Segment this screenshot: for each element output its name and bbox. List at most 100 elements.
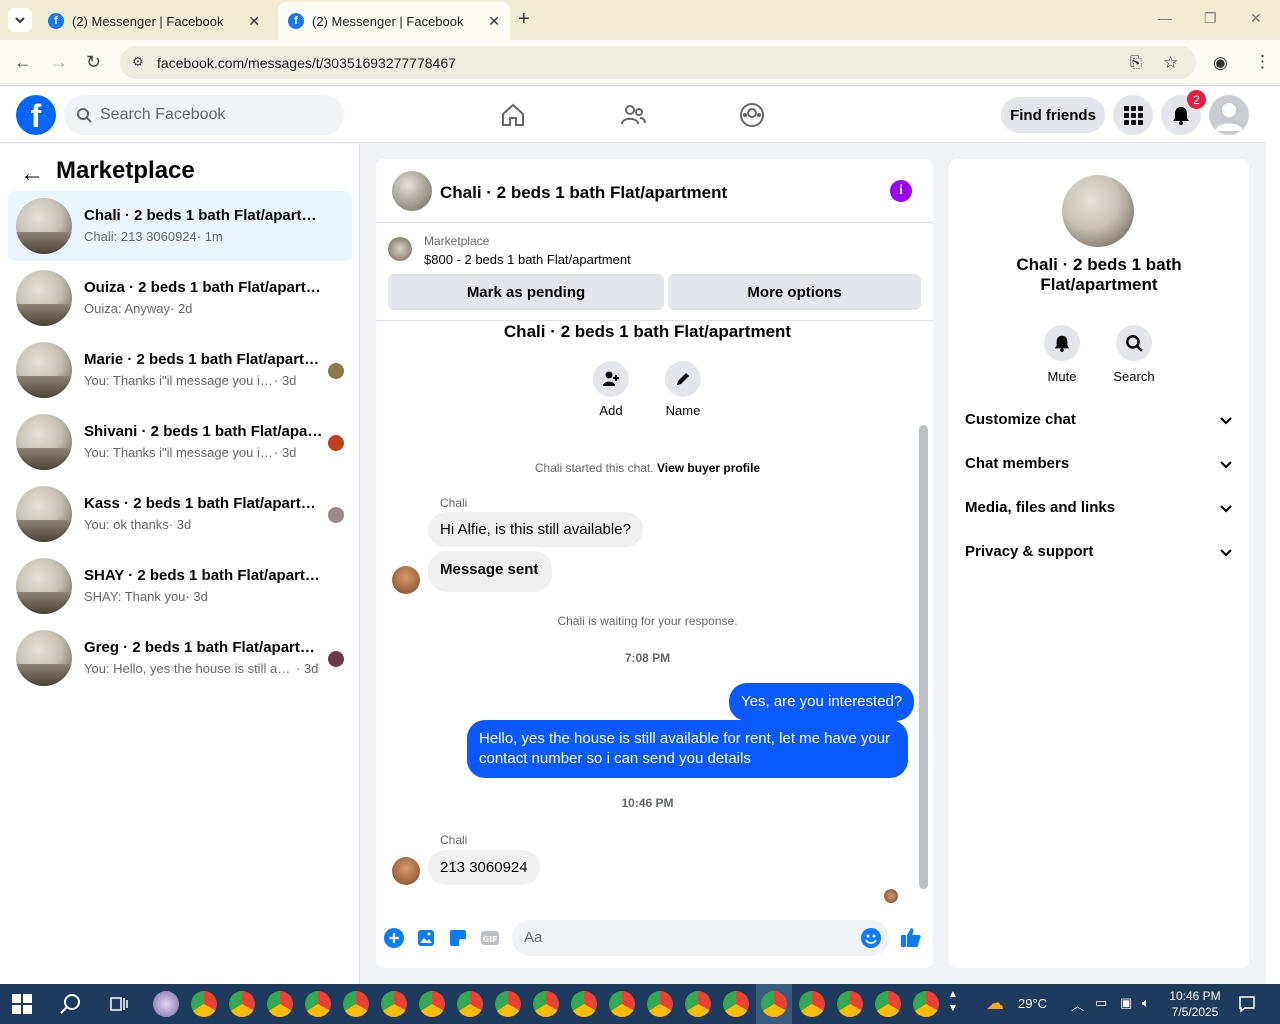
outgoing-message[interactable]: Hello, yes the house is still available … [467,720,908,778]
incoming-message[interactable]: 213 3060924 [428,850,540,885]
media-files-links-section[interactable]: Media, files and links [957,489,1241,529]
mark-as-pending-button[interactable]: Mark as pending [388,274,664,310]
chrome-icon[interactable] [723,991,749,1017]
message-input[interactable]: Aa [512,920,889,956]
page-scrollbar[interactable] [1266,87,1280,984]
chrome-icon[interactable] [609,991,635,1017]
notification-center-icon[interactable] [1238,995,1256,1013]
facebook-logo[interactable]: f [16,95,56,135]
photo-icon[interactable] [416,928,436,948]
profile-icon[interactable]: ◉ [1213,53,1228,73]
search-in-chat-button[interactable]: Search [1102,325,1166,384]
address-bar[interactable]: ⚙ facebook.com/messages/t/30351693277778… [120,46,1196,79]
browser-tab[interactable]: f (2) Messenger | Facebook ✕ [38,2,270,40]
conversation-item-chali[interactable]: Chali · 2 beds 1 bath Flat/apartment Cha… [8,191,352,261]
conversation-item-greg[interactable]: Greg · 2 beds 1 bath Flat/apartment You:… [8,623,352,693]
chrome-icon[interactable] [381,991,407,1017]
sticker-icon[interactable] [448,928,468,948]
emoji-icon[interactable] [860,927,882,949]
close-window-icon[interactable]: ✕ [1250,10,1262,27]
plus-icon[interactable] [384,928,404,948]
outgoing-message[interactable]: Yes, are you interested? [729,683,915,721]
menu-kebab-icon[interactable]: ⋮ [1254,52,1271,72]
chrome-icon[interactable] [533,991,559,1017]
listing-title[interactable]: $800 - 2 beds 1 bath Flat/apartment [424,252,631,267]
chrome-icon[interactable] [799,991,825,1017]
profile-avatar[interactable] [1062,175,1134,247]
groups-icon[interactable] [738,101,766,129]
search-input[interactable]: Search Facebook [64,95,344,135]
name-chat-button[interactable]: Name [653,361,713,418]
chat-avatar[interactable] [392,171,432,211]
back-icon[interactable]: ← [14,52,32,73]
minimize-icon[interactable]: — [1158,10,1172,26]
meet-icon[interactable]: ▣ [1120,995,1132,1011]
taskbar-app-icon[interactable] [153,991,179,1017]
close-tab-icon[interactable]: ✕ [488,13,500,30]
network-icon[interactable]: ▭ [1095,995,1107,1011]
add-people-button[interactable]: Add [581,361,641,418]
menu-button[interactable] [1113,95,1153,135]
chrome-icon[interactable] [457,991,483,1017]
customize-chat-section[interactable]: Customize chat [957,401,1241,441]
chrome-icon[interactable] [305,991,331,1017]
message-list[interactable]: Chali · 2 beds 1 bath Flat/apartment Add… [376,322,933,903]
weather-temp[interactable]: 29°C [1018,996,1047,1011]
chrome-icon[interactable] [571,991,597,1017]
incoming-message[interactable]: Message sent [428,551,553,592]
tab-search-button[interactable] [8,8,32,32]
view-buyer-profile-link[interactable]: View buyer profile [657,461,760,475]
tray-overflow-icon[interactable]: ︿ [1071,995,1084,1014]
conversation-item-shay[interactable]: SHAY · 2 beds 1 bath Flat/apartment SHAY… [8,551,352,621]
forward-icon[interactable]: → [50,52,68,73]
chat-title[interactable]: Chali · 2 beds 1 bath Flat/apartment [440,183,727,203]
pencil-icon [677,373,689,385]
site-info-icon[interactable]: ⚙ [132,54,144,70]
browser-tab-active[interactable]: f (2) Messenger | Facebook ✕ [278,2,510,40]
chrome-icon[interactable] [495,991,521,1017]
volume-icon[interactable]: 🔈︎ [1142,995,1150,1011]
chat-members-section[interactable]: Chat members [957,445,1241,485]
find-friends-button[interactable]: Find friends [1001,97,1105,133]
privacy-support-section[interactable]: Privacy & support [957,533,1241,573]
chrome-icon[interactable] [419,991,445,1017]
chrome-icon[interactable] [229,991,255,1017]
chrome-icon[interactable] [875,991,901,1017]
install-app-icon[interactable]: ⎘ [1130,54,1142,71]
account-avatar[interactable] [1209,95,1249,135]
mute-button[interactable]: Mute [1030,325,1094,384]
taskbar-scroll-icon[interactable]: ▲ ▼ [948,988,958,1016]
chrome-icon[interactable] [913,991,939,1017]
home-icon[interactable] [499,101,527,129]
search-icon[interactable] [60,993,82,1015]
chrome-icon[interactable] [267,991,293,1017]
conversation-title: Chali · 2 beds 1 bath Flat/apartment [84,207,324,224]
info-icon[interactable]: i [890,180,912,202]
new-tab-icon[interactable]: + [518,8,530,31]
chrome-icon[interactable] [191,991,217,1017]
friends-icon[interactable] [619,101,647,129]
more-options-button[interactable]: More options [668,274,921,310]
chrome-icon[interactable] [343,991,369,1017]
bookmark-star-icon[interactable]: ☆ [1163,53,1178,73]
chevron-down-icon [1220,461,1232,469]
restore-icon[interactable]: ❐ [1204,10,1217,27]
scrollbar-thumb[interactable] [919,425,928,889]
chrome-icon[interactable] [647,991,673,1017]
back-arrow-icon[interactable]: ← [20,160,44,188]
windows-start-icon[interactable] [12,994,32,1014]
task-view-icon[interactable] [110,995,128,1013]
taskbar-clock[interactable]: 10:46 PM 7/5/2025 [1160,988,1230,1020]
thumbs-up-icon[interactable] [900,926,922,948]
conversation-item-marie[interactable]: Marie · 2 beds 1 bath Flat/apartment You… [8,335,352,405]
conversation-item-kass[interactable]: Kass · 2 beds 1 bath Flat/apartment You:… [8,479,352,549]
chrome-icon[interactable] [837,991,863,1017]
chrome-icon[interactable] [685,991,711,1017]
reload-icon[interactable]: ↻ [86,52,101,73]
chrome-icon[interactable] [761,991,787,1017]
gif-icon[interactable]: GIF [480,928,500,948]
close-tab-icon[interactable]: ✕ [248,13,260,30]
incoming-message[interactable]: Hi Alfie, is this still available? [428,512,643,547]
conversation-item-ouiza[interactable]: Ouiza · 2 beds 1 bath Flat/apartment Oui… [8,263,352,333]
conversation-item-shivani[interactable]: Shivani · 2 beds 1 bath Flat/apartment Y… [8,407,352,477]
